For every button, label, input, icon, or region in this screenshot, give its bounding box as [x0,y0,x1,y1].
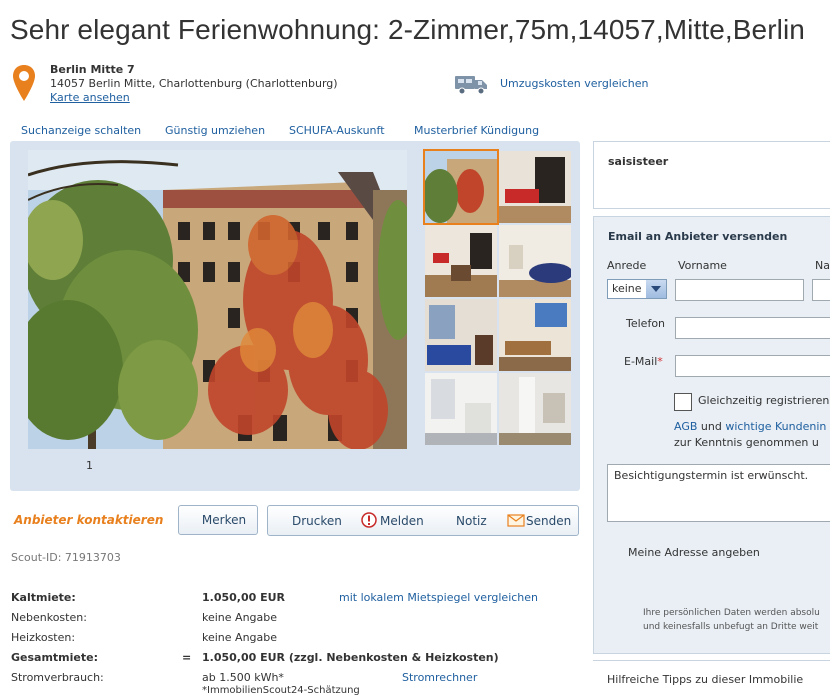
map-link[interactable]: Karte ansehen [50,91,130,104]
nebenkosten-value: keine Angabe [202,611,278,624]
merken-button[interactable]: Merken [178,505,258,535]
notiz-button[interactable]: Notiz [456,514,487,528]
kaltmiete-value: 1.050,00 EUR [202,591,286,604]
thumbnail-8[interactable] [499,373,571,445]
stromverbrauch-value: ab 1.500 kWh* [202,671,284,684]
vorname-input[interactable] [675,279,804,301]
stromrechner-link[interactable]: Stromrechner [402,671,477,684]
tips-heading[interactable]: Hilfreiche Tipps zu dieser Immobilie [607,673,803,686]
thumbnail-5[interactable] [425,299,497,371]
gesamtmiete-value: 1.050,00 EUR (zzgl. Nebenkosten & Heizko… [202,651,499,664]
senden-button[interactable]: Senden [526,514,571,528]
register-label: Gleichzeitig registrieren [698,394,830,407]
toplink-musterbrief[interactable]: Musterbrief Kündigung [414,124,539,137]
agb-and: und [697,420,726,433]
anrede-value: keine [612,282,642,295]
moving-costs-link[interactable]: Umzugskosten vergleichen [500,77,648,90]
privacy-note-2: und keinesfalls unbefugt an Dritte weit [643,622,819,632]
anrede-select[interactable]: keine [607,279,667,299]
toplink-umziehen[interactable]: Günstig umziehen [165,124,265,137]
message-textarea[interactable]: Besichtigungstermin ist erwünscht. [607,464,830,522]
required-marker: * [657,355,663,368]
heizkosten-label: Heizkosten: [11,631,76,644]
email-label-text: E-Mail [624,355,658,368]
thumbnail-6[interactable] [499,299,571,371]
envelope-icon [507,514,525,527]
toplink-schufa[interactable]: SCHUFA-Auskunft [289,124,385,137]
nachname-input[interactable] [812,279,830,301]
report-icon [361,512,377,528]
moving-truck-icon [455,76,487,95]
email-label: E-Mail* [624,355,663,368]
thumbnail-2[interactable] [499,151,571,223]
scout-id: Scout-ID: 71913703 [11,551,121,564]
heizkosten-value: keine Angabe [202,631,278,644]
photo-counter: 1 [86,459,93,472]
provider-name: saisisteer [608,155,669,168]
divider [593,660,830,661]
register-checkbox[interactable] [674,393,692,411]
thumbnail-4[interactable] [499,225,571,297]
provider-box: saisisteer [593,141,830,209]
map-pin-icon [13,65,35,101]
privacy-note-1: Ihre persönlichen Daten werden absolu [643,608,820,618]
nachname-label: Na [815,259,830,272]
drucken-button[interactable]: Drucken [292,514,342,528]
mietspiegel-link[interactable]: mit lokalem Mietspiegel vergleichen [339,591,538,604]
toplink-suchanzeige[interactable]: Suchanzeige schalten [21,124,141,137]
page-title: Sehr elegant Ferienwohnung: 2-Zimmer,75m… [10,14,805,45]
chevron-down-icon [646,280,666,298]
gesamtmiete-label: Gesamtmiete: [11,651,98,664]
cost-note: *ImmobilienScout24-Schätzung [202,685,360,696]
address-line: 14057 Berlin Mitte, Charlottenburg (Char… [50,77,338,90]
main-photo[interactable] [28,150,407,449]
action-button-group: Drucken Melden Notiz Senden [267,505,579,536]
thumbnail-3[interactable] [425,225,497,297]
agb-link[interactable]: AGB [674,420,697,433]
merken-label: Merken [201,513,247,527]
address-link[interactable]: Meine Adresse angeben [628,546,760,559]
telefon-input[interactable] [675,317,830,339]
email-form-heading: Email an Anbieter versenden [608,230,788,243]
gesamtmiete-equals: = [182,651,192,664]
nebenkosten-label: Nebenkosten: [11,611,87,624]
customer-info-link[interactable]: wichtige Kundenin [725,420,826,433]
thumbnail-1[interactable] [423,149,499,225]
stromverbrauch-label: Stromverbrauch: [11,671,104,684]
melden-button[interactable]: Melden [380,514,424,528]
contact-provider-link[interactable]: Anbieter kontaktieren [14,513,163,527]
telefon-label: Telefon [626,317,666,330]
email-input[interactable] [675,355,830,377]
address-name: Berlin Mitte 7 [50,63,135,76]
vorname-label: Vorname [678,259,727,272]
kaltmiete-label: Kaltmiete: [11,591,76,604]
anrede-label: Anrede [607,259,647,272]
thumbnail-7[interactable] [425,373,497,445]
agb-note: zur Kenntnis genommen u [674,436,819,449]
